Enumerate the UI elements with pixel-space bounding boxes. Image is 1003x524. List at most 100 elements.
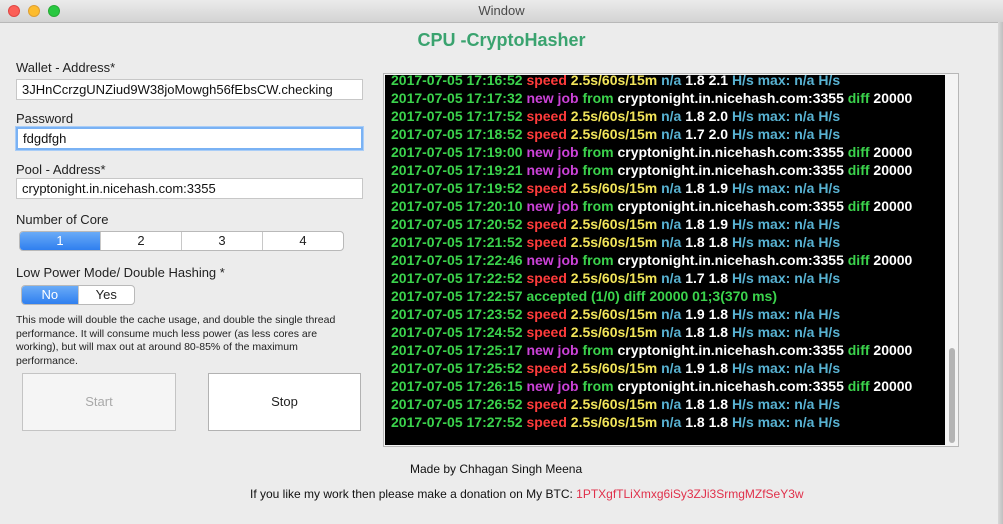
stop-button[interactable]: Stop bbox=[208, 373, 361, 431]
core-option-3[interactable]: 3 bbox=[181, 232, 262, 250]
log-na: n/a bbox=[661, 234, 682, 250]
log-line: 2017-07-05 17:26:15 new job from crypton… bbox=[391, 377, 945, 395]
log-line: 2017-07-05 17:19:52 speed 2.5s/60s/15m n… bbox=[391, 179, 945, 197]
log-speed-window: 2.5s/60s/15m bbox=[570, 414, 658, 430]
log-event: speed bbox=[526, 126, 567, 142]
core-option-2[interactable]: 2 bbox=[100, 232, 181, 250]
core-option-1[interactable]: 1 bbox=[20, 232, 100, 250]
cores-segmented-control: 1 2 3 4 bbox=[19, 231, 344, 251]
log-line: 2017-07-05 17:24:52 speed 2.5s/60s/15m n… bbox=[391, 323, 945, 341]
log-event: new job bbox=[526, 342, 579, 358]
log-console[interactable]: 2017-07-05 17:16:52 speed 2.5s/60s/15m n… bbox=[385, 75, 945, 445]
app-title: CPU -CryptoHasher bbox=[417, 30, 586, 50]
log-speed-window: 2.5s/60s/15m bbox=[570, 234, 658, 250]
log-value: 1.8 bbox=[708, 234, 729, 250]
log-na: n/a bbox=[794, 306, 815, 322]
log-timestamp: 2017-07-05 17:22:57 bbox=[391, 288, 523, 304]
log-value: 1.9 bbox=[708, 180, 729, 196]
log-timestamp: 2017-07-05 17:17:52 bbox=[391, 108, 523, 124]
log-unit: H/s max: bbox=[731, 324, 791, 340]
log-event: speed bbox=[526, 180, 567, 196]
log-event: new job bbox=[526, 90, 579, 106]
log-diff-label: diff bbox=[847, 162, 870, 178]
log-timestamp: 2017-07-05 17:20:52 bbox=[391, 216, 523, 232]
log-diff-value: 20000 bbox=[873, 144, 913, 160]
log-timestamp: 2017-07-05 17:19:21 bbox=[391, 162, 523, 178]
log-timestamp: 2017-07-05 17:27:52 bbox=[391, 414, 523, 430]
log-unit: H/s bbox=[818, 75, 841, 88]
log-timestamp: 2017-07-05 17:18:52 bbox=[391, 126, 523, 142]
log-value: 1.8 bbox=[685, 234, 705, 250]
log-event: speed bbox=[526, 396, 567, 412]
window-titlebar: Window bbox=[0, 0, 1003, 23]
log-event: speed bbox=[526, 414, 567, 430]
log-diff-value: 20000 bbox=[873, 252, 913, 268]
log-line: 2017-07-05 17:20:52 speed 2.5s/60s/15m n… bbox=[391, 215, 945, 233]
log-event: speed bbox=[526, 270, 567, 286]
log-from: from bbox=[582, 252, 614, 268]
log-from: from bbox=[582, 378, 614, 394]
credit-text: Made by Chhagan Singh Meena bbox=[410, 462, 583, 476]
start-button[interactable]: Start bbox=[22, 373, 176, 431]
log-line: 2017-07-05 17:21:52 speed 2.5s/60s/15m n… bbox=[391, 233, 945, 251]
log-unit: H/s bbox=[818, 234, 841, 250]
log-from: from bbox=[582, 342, 614, 358]
log-unit: H/s max: bbox=[731, 75, 791, 88]
donation-prefix: If you like my work then please make a d… bbox=[250, 487, 577, 501]
log-value: 1.8 bbox=[685, 324, 705, 340]
log-unit: H/s bbox=[818, 108, 841, 124]
cores-label: Number of Core bbox=[16, 212, 109, 227]
log-na: n/a bbox=[661, 108, 682, 124]
log-line: 2017-07-05 17:18:52 speed 2.5s/60s/15m n… bbox=[391, 125, 945, 143]
log-timestamp: 2017-07-05 17:23:52 bbox=[391, 306, 523, 322]
pool-address-input[interactable] bbox=[16, 178, 363, 199]
log-unit: H/s max: bbox=[731, 108, 791, 124]
log-speed-window: 2.5s/60s/15m bbox=[570, 108, 658, 124]
log-na: n/a bbox=[794, 75, 815, 88]
log-na: n/a bbox=[794, 108, 815, 124]
log-na: n/a bbox=[661, 324, 682, 340]
log-timestamp: 2017-07-05 17:22:46 bbox=[391, 252, 523, 268]
log-na: n/a bbox=[794, 216, 815, 232]
log-line: 2017-07-05 17:27:52 speed 2.5s/60s/15m n… bbox=[391, 413, 945, 431]
log-pool: cryptonight.in.nicehash.com:3355 bbox=[617, 90, 844, 106]
core-option-4[interactable]: 4 bbox=[262, 232, 343, 250]
log-unit: H/s bbox=[818, 270, 841, 286]
log-pool: cryptonight.in.nicehash.com:3355 bbox=[617, 342, 844, 358]
log-value: 1.8 bbox=[708, 414, 729, 430]
log-diff-label: diff bbox=[847, 252, 870, 268]
log-na: n/a bbox=[794, 324, 815, 340]
log-event: speed bbox=[526, 108, 567, 124]
log-na: n/a bbox=[661, 180, 682, 196]
log-na: n/a bbox=[794, 180, 815, 196]
btc-address: 1PTXgfTLiXmxg6iSy3ZJi3SrmgMZfSeY3w bbox=[576, 487, 804, 501]
window-edge bbox=[998, 22, 1003, 524]
log-diff-label: diff bbox=[847, 342, 870, 358]
log-diff-value: 20000 bbox=[873, 90, 913, 106]
log-unit: H/s max: bbox=[731, 360, 791, 376]
log-unit: H/s max: bbox=[731, 270, 791, 286]
log-value: 1.8 bbox=[685, 216, 705, 232]
lowpower-option-no[interactable]: No bbox=[22, 286, 78, 304]
log-na: n/a bbox=[661, 270, 682, 286]
log-speed-window: 2.5s/60s/15m bbox=[570, 180, 658, 196]
log-diff-label: diff bbox=[847, 90, 870, 106]
log-na: n/a bbox=[661, 216, 682, 232]
log-lines: 2017-07-05 17:16:52 speed 2.5s/60s/15m n… bbox=[391, 75, 945, 431]
wallet-address-input[interactable] bbox=[16, 79, 363, 100]
log-value: 1.8 bbox=[708, 396, 729, 412]
log-value: 1.8 bbox=[685, 180, 705, 196]
log-timestamp: 2017-07-05 17:21:52 bbox=[391, 234, 523, 250]
log-line: 2017-07-05 17:17:52 speed 2.5s/60s/15m n… bbox=[391, 107, 945, 125]
lowpower-option-yes[interactable]: Yes bbox=[77, 286, 135, 304]
log-line: 2017-07-05 17:17:32 new job from crypton… bbox=[391, 89, 945, 107]
log-na: n/a bbox=[794, 414, 815, 430]
log-diff-label: diff bbox=[847, 144, 870, 160]
log-na: n/a bbox=[794, 270, 815, 286]
log-scrollbar[interactable] bbox=[949, 348, 955, 443]
log-unit: H/s bbox=[818, 396, 841, 412]
log-line: 2017-07-05 17:16:52 speed 2.5s/60s/15m n… bbox=[391, 75, 945, 89]
password-input[interactable] bbox=[16, 127, 363, 150]
log-unit: H/s bbox=[818, 414, 841, 430]
log-value: 1.8 bbox=[708, 324, 729, 340]
